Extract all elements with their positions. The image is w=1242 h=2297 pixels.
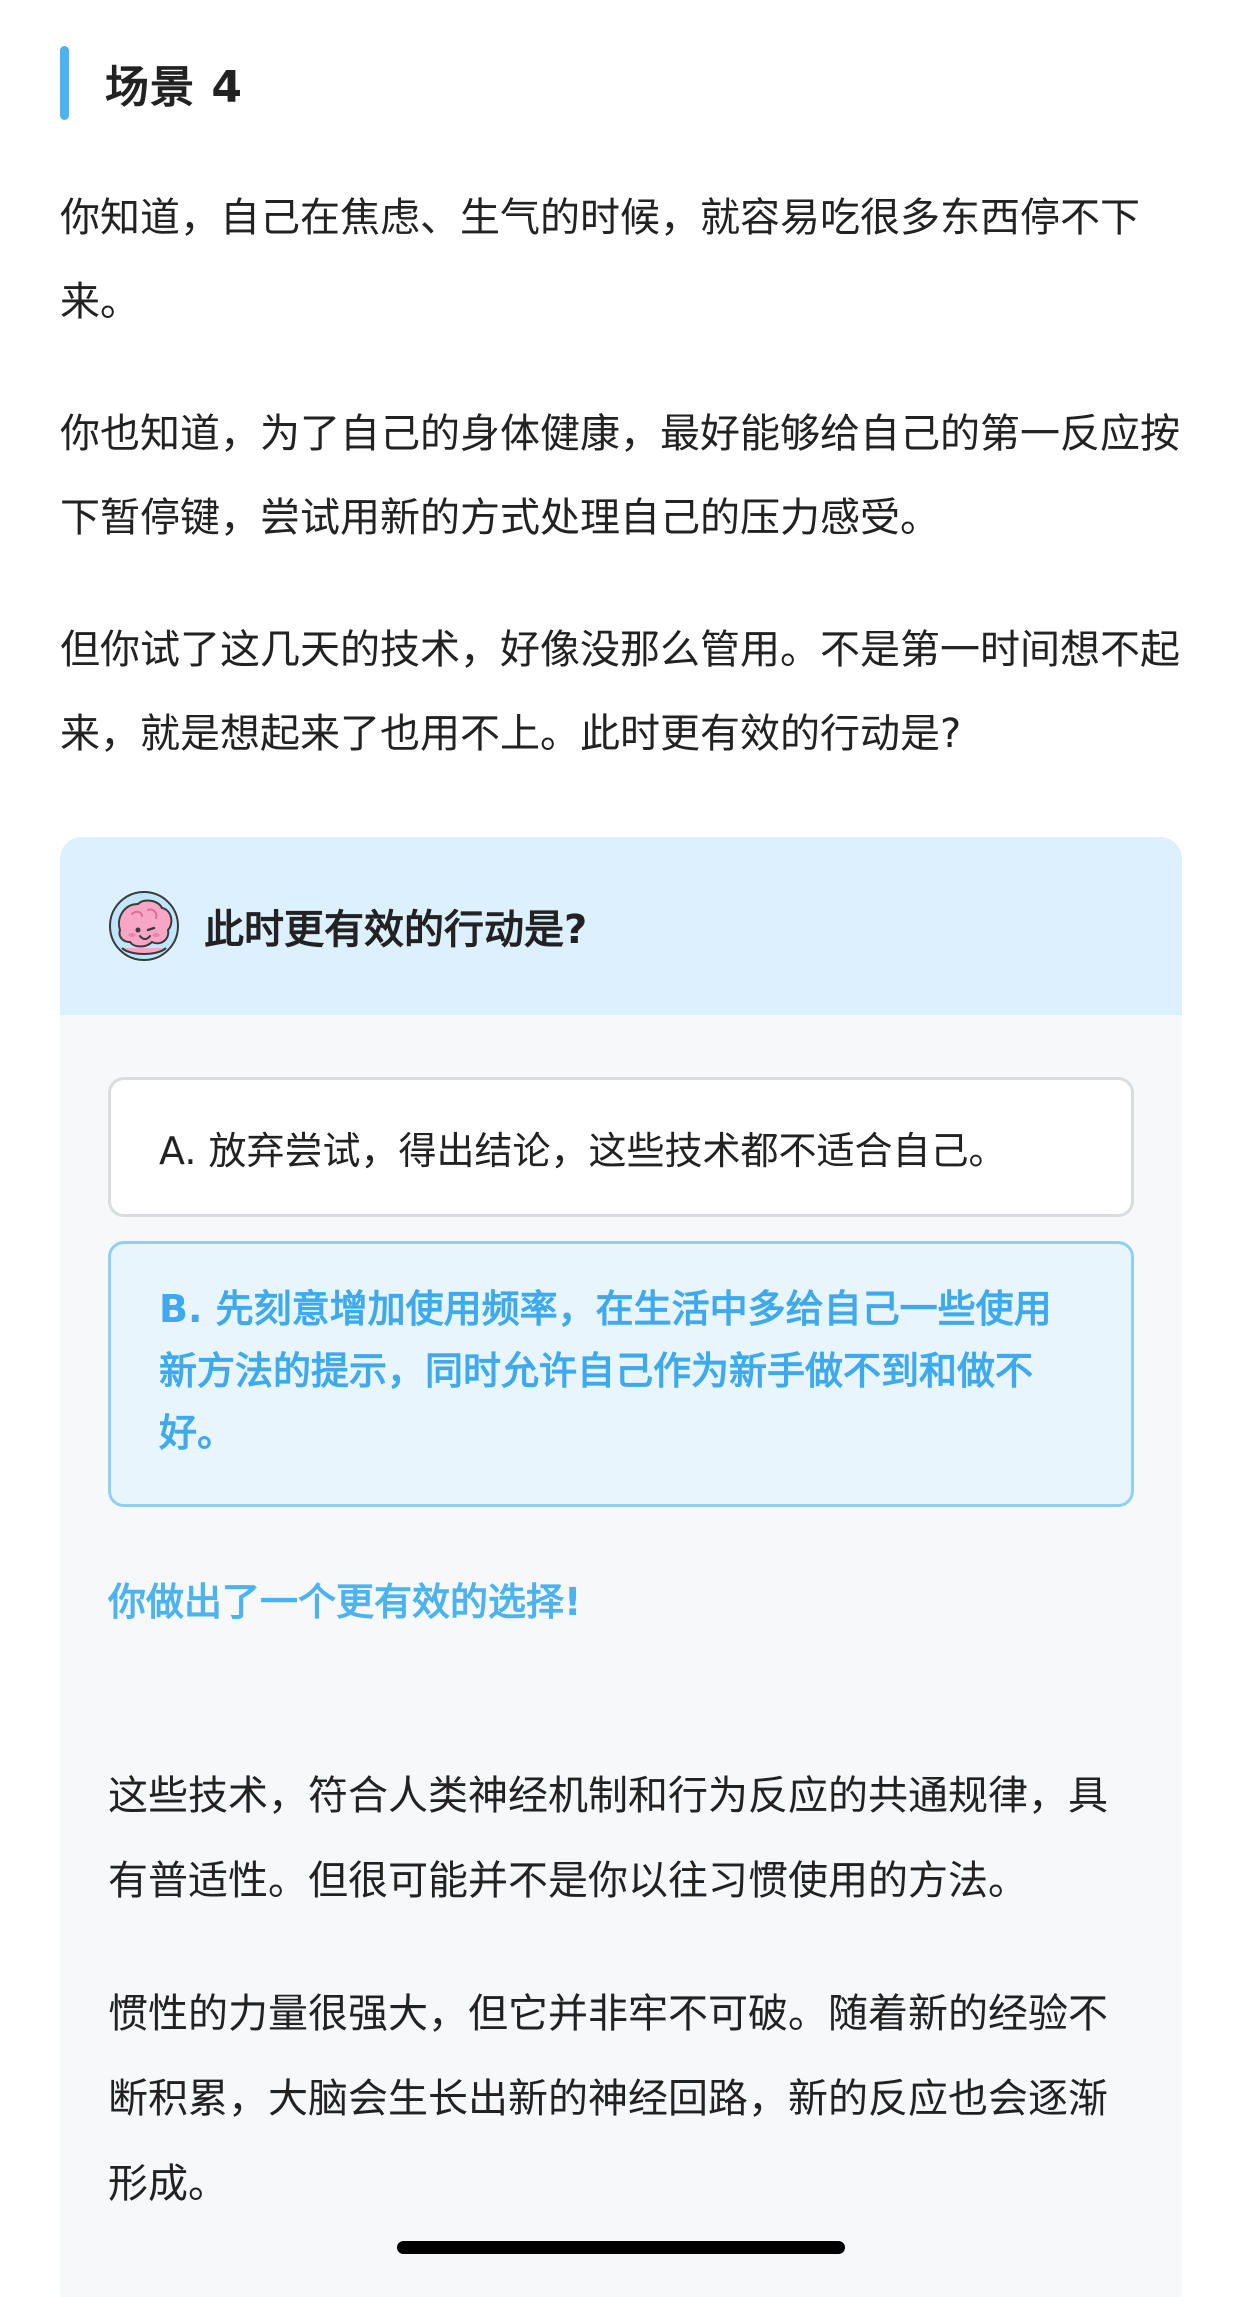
brain-mascot-icon — [109, 891, 179, 961]
answer-feedback: 你做出了一个更有效的选择! — [108, 1580, 582, 1624]
section-accent-bar — [60, 46, 69, 120]
explanation-paragraph: 这些技术，符合人类神经机制和行为反应的共通规律，具有普适性。但很可能并不是你以往… — [108, 1773, 1108, 1904]
option-b-label: B. 先刻意增加使用频率，在生活中多给自己一些使用新方法的提示，同时允许自己作为… — [159, 1287, 1052, 1455]
quiz-card-header: 此时更有效的行动是? — [60, 837, 1182, 1015]
intro-paragraph: 你知道，自己在焦虑、生气的时候，就容易吃很多东西停不下来。 — [60, 195, 1140, 325]
section-title: 场景 4 — [105, 62, 243, 113]
option-a-button[interactable]: A. 放弃尝试，得出结论，这些技术都不适合自己。 — [108, 1077, 1134, 1217]
intro-text: 你知道，自己在焦虑、生气的时候，就容易吃很多东西停不下来。 你也知道，为了自己的… — [60, 176, 1182, 824]
explanation-text: 这些技术，符合人类神经机制和行为反应的共通规律，具有普适性。但很可能并不是你以往… — [108, 1754, 1134, 2275]
section-header: 场景 4 — [60, 46, 243, 120]
option-b-button-selected[interactable]: B. 先刻意增加使用频率，在生活中多给自己一些使用新方法的提示，同时允许自己作为… — [108, 1241, 1134, 1507]
quiz-card: 此时更有效的行动是? A. 放弃尝试，得出结论，这些技术都不适合自己。 B. 先… — [60, 837, 1182, 2297]
option-a-label: A. 放弃尝试，得出结论，这些技术都不适合自己。 — [159, 1128, 1007, 1173]
home-indicator[interactable] — [397, 2241, 845, 2254]
intro-paragraph: 但你试了这几天的技术，好像没那么管用。不是第一时间想不起来，就是想起来了也用不上… — [60, 627, 1180, 757]
explanation-paragraph: 惯性的力量很强大，但它并非牢不可破。随着新的经验不断积累，大脑会生长出新的神经回… — [108, 1991, 1108, 2207]
question-title: 此时更有效的行动是? — [204, 907, 588, 953]
intro-paragraph: 你也知道，为了自己的身体健康，最好能够给自己的第一反应按下暂停键，尝试用新的方式… — [60, 411, 1180, 541]
